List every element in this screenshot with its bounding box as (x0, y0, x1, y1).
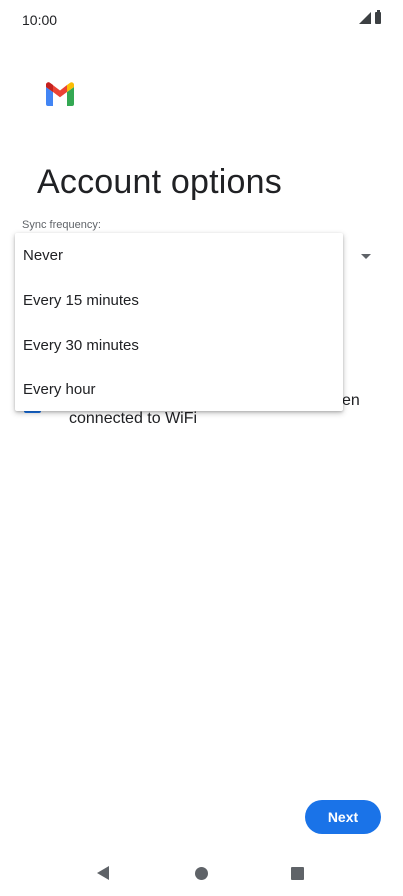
recents-icon[interactable] (291, 867, 304, 880)
next-button[interactable]: Next (305, 800, 381, 834)
menu-item-every-hour[interactable]: Every hour (15, 367, 343, 412)
sync-frequency-label: Sync frequency: (22, 219, 101, 231)
status-bar: 10:00 (0, 0, 403, 40)
wifi-sync-label: connected to WiFi (69, 410, 198, 427)
home-icon[interactable] (195, 867, 208, 880)
sync-frequency-menu: Never Every 15 minutes Every 30 minutes … (15, 233, 343, 411)
signal-icon (359, 12, 371, 24)
menu-item-every-15-minutes[interactable]: Every 15 minutes (15, 278, 343, 323)
page-title: Account options (37, 162, 282, 201)
back-icon[interactable] (97, 866, 109, 880)
status-icons (359, 10, 381, 24)
gmail-logo-icon (46, 82, 74, 106)
menu-item-never[interactable]: Never (15, 233, 343, 278)
navigation-bar (0, 852, 403, 896)
dropdown-arrow-icon[interactable] (361, 254, 371, 259)
status-time: 10:00 (22, 12, 58, 28)
menu-item-every-30-minutes[interactable]: Every 30 minutes (15, 323, 343, 368)
battery-icon (375, 10, 381, 24)
wifi-sync-label-tail: en (342, 392, 360, 409)
